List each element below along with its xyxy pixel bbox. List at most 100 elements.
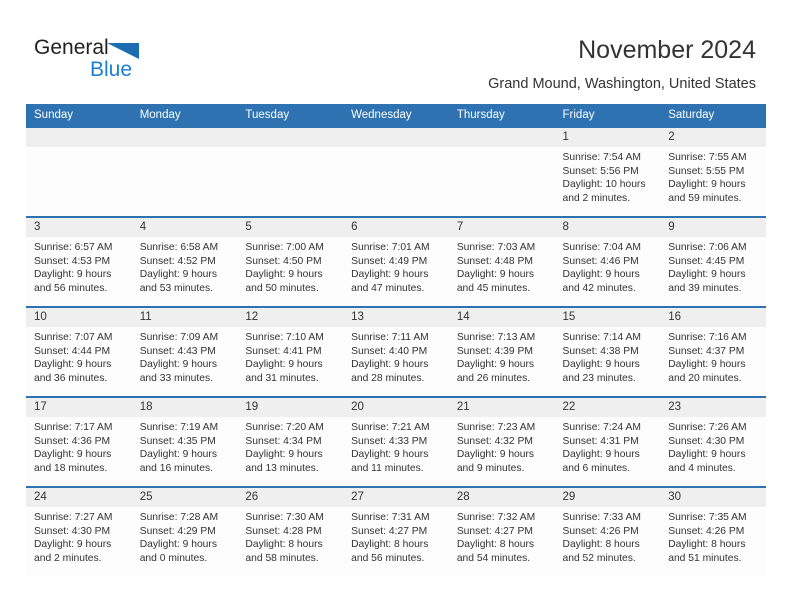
calendar-day-cell[interactable]: 21 Sunrise: 7:23 AM Sunset: 4:32 PM Dayligh…: [448, 396, 555, 487]
day-details: Sunrise: 7:31 AM Sunset: 4:27 PM Daylight:…: [343, 507, 449, 565]
day-detail-line: Daylight: 9 hours: [456, 359, 535, 371]
calendar-day-cell[interactable]: 19 Sunrise: 7:20 AM Sunset: 4:34 PM Dayligh…: [237, 396, 344, 487]
general-blue-logo[interactable]: General Blue: [34, 36, 234, 86]
day-cell-body: 21 Sunrise: 7:23 AM Sunset: 4:32 PM Dayligh…: [448, 398, 555, 486]
calendar-day-cell[interactable]: 14 Sunrise: 7:13 AM Sunset: 4:39 PM Dayligh…: [448, 306, 555, 397]
day-details: Sunrise: 7:00 AM Sunset: 4:50 PM Daylight:…: [237, 237, 343, 295]
calendar-day-cell[interactable]: 1 Sunrise: 7:54 AM Sunset: 5:56 PM Daylight…: [554, 126, 661, 217]
calendar-day-cell[interactable]: 26 Sunrise: 7:30 AM Sunset: 4:28 PM Dayligh…: [237, 486, 344, 576]
day-details: Sunrise: 7:30 AM Sunset: 4:28 PM Daylight:…: [237, 507, 343, 565]
day-number: 25: [131, 488, 238, 507]
calendar-day-cell[interactable]: 8 Sunrise: 7:04 AM Sunset: 4:46 PM Daylight…: [554, 216, 661, 307]
day-cell-body: 2 Sunrise: 7:55 AM Sunset: 5:55 PM Daylight…: [660, 128, 766, 216]
day-number: 15: [554, 308, 661, 327]
day-detail-line: and 16 minutes.: [139, 462, 213, 474]
day-detail-line: Sunset: 4:33 PM: [351, 435, 428, 447]
day-cell-body: 27 Sunrise: 7:31 AM Sunset: 4:27 PM Dayligh…: [343, 488, 449, 576]
day-detail-line: Sunrise: 7:10 AM: [245, 332, 324, 343]
day-detail-line: and 50 minutes.: [245, 282, 319, 294]
day-detail-line: Sunset: 4:49 PM: [351, 255, 428, 267]
day-detail-line: Sunset: 4:38 PM: [562, 345, 639, 357]
calendar-day-cell[interactable]: 28 Sunrise: 7:32 AM Sunset: 4:27 PM Dayligh…: [448, 486, 555, 576]
day-detail-line: and 51 minutes.: [668, 552, 742, 564]
calendar-day-cell[interactable]: 20 Sunrise: 7:21 AM Sunset: 4:33 PM Dayligh…: [343, 396, 449, 487]
calendar-week-row: 17 Sunrise: 7:17 AM Sunset: 4:36 PM Dayligh…: [26, 396, 766, 487]
calendar-day-cell[interactable]: 30 Sunrise: 7:35 AM Sunset: 4:26 PM Dayligh…: [660, 486, 766, 576]
day-number: 2: [660, 128, 766, 147]
day-detail-line: Daylight: 9 hours: [456, 269, 535, 281]
day-detail-line: Daylight: 9 hours: [139, 539, 217, 551]
day-details: Sunrise: 7:13 AM Sunset: 4:39 PM Daylight:…: [449, 327, 555, 385]
calendar-day-cell[interactable]: 6 Sunrise: 7:01 AM Sunset: 4:49 PM Daylight…: [343, 216, 449, 307]
day-detail-line: Sunset: 4:37 PM: [668, 345, 745, 357]
calendar-day-cell[interactable]: 18 Sunrise: 7:19 AM Sunset: 4:35 PM Dayligh…: [131, 396, 238, 487]
day-cell-body: 15 Sunrise: 7:14 AM Sunset: 4:38 PM Dayligh…: [554, 308, 661, 396]
day-details: Sunrise: 7:20 AM Sunset: 4:34 PM Daylight:…: [237, 417, 343, 475]
calendar-day-cell[interactable]: 11 Sunrise: 7:09 AM Sunset: 4:43 PM Dayligh…: [131, 306, 238, 397]
day-detail-line: Sunset: 4:30 PM: [668, 435, 745, 447]
calendar-day-cell[interactable]: 10 Sunrise: 7:07 AM Sunset: 4:44 PM Dayligh…: [26, 306, 132, 397]
day-detail-line: Sunrise: 7:31 AM: [351, 512, 430, 523]
day-details: Sunrise: 7:03 AM Sunset: 4:48 PM Daylight:…: [449, 237, 555, 295]
day-detail-line: Sunrise: 7:00 AM: [245, 242, 324, 253]
day-detail-line: Daylight: 9 hours: [562, 269, 640, 281]
day-details: Sunrise: 7:27 AM Sunset: 4:30 PM Daylight:…: [26, 507, 132, 565]
day-cell-body: 3 Sunrise: 6:57 AM Sunset: 4:53 PM Daylight…: [26, 218, 132, 306]
day-details: Sunrise: 7:24 AM Sunset: 4:31 PM Daylight:…: [555, 417, 661, 475]
day-detail-line: Daylight: 9 hours: [245, 269, 323, 281]
day-detail-line: Sunrise: 7:04 AM: [562, 242, 641, 253]
day-number: 27: [343, 488, 449, 507]
day-number: 6: [343, 218, 449, 237]
day-number: 1: [554, 128, 661, 147]
calendar-day-cell[interactable]: 7 Sunrise: 7:03 AM Sunset: 4:48 PM Daylight…: [448, 216, 555, 307]
calendar-day-cell[interactable]: 22 Sunrise: 7:24 AM Sunset: 4:31 PM Dayligh…: [554, 396, 661, 487]
calendar-day-cell[interactable]: 24 Sunrise: 7:27 AM Sunset: 4:30 PM Dayligh…: [26, 486, 132, 576]
calendar-day-cell-empty: [131, 126, 238, 217]
day-cell-body: 26 Sunrise: 7:30 AM Sunset: 4:28 PM Dayligh…: [237, 488, 344, 576]
day-number: 24: [26, 488, 132, 507]
calendar-day-cell[interactable]: 27 Sunrise: 7:31 AM Sunset: 4:27 PM Dayligh…: [343, 486, 449, 576]
calendar-day-cell[interactable]: 5 Sunrise: 7:00 AM Sunset: 4:50 PM Daylight…: [237, 216, 344, 307]
day-detail-line: Sunrise: 7:03 AM: [456, 242, 536, 253]
day-detail-line: and 45 minutes.: [456, 282, 531, 294]
calendar-day-cell[interactable]: 13 Sunrise: 7:11 AM Sunset: 4:40 PM Dayligh…: [343, 306, 449, 397]
day-detail-line: Sunset: 4:28 PM: [245, 525, 322, 537]
day-cell-body: 1 Sunrise: 7:54 AM Sunset: 5:56 PM Daylight…: [554, 128, 661, 216]
calendar-day-cell[interactable]: 23 Sunrise: 7:26 AM Sunset: 4:30 PM Dayligh…: [660, 396, 766, 487]
day-cell-body: 28 Sunrise: 7:32 AM Sunset: 4:27 PM Dayligh…: [448, 488, 555, 576]
calendar-day-cell[interactable]: 9 Sunrise: 7:06 AM Sunset: 4:45 PM Daylight…: [660, 216, 766, 307]
day-detail-line: Daylight: 9 hours: [34, 539, 112, 551]
day-cell-body: [237, 128, 344, 216]
day-cell-body: [131, 128, 238, 216]
weekday-header-thursday: Thursday: [448, 104, 555, 127]
calendar-day-cell[interactable]: 25 Sunrise: 7:28 AM Sunset: 4:29 PM Dayligh…: [131, 486, 238, 576]
calendar-day-cell[interactable]: 4 Sunrise: 6:58 AM Sunset: 4:52 PM Daylight…: [131, 216, 238, 307]
logo-triangle-icon: [107, 43, 139, 59]
day-detail-line: and 28 minutes.: [351, 372, 425, 384]
calendar-day-cell[interactable]: 2 Sunrise: 7:55 AM Sunset: 5:55 PM Daylight…: [660, 126, 766, 217]
day-number: 14: [448, 308, 555, 327]
calendar-day-cell[interactable]: 16 Sunrise: 7:16 AM Sunset: 4:37 PM Dayligh…: [660, 306, 766, 397]
day-detail-line: Daylight: 9 hours: [245, 359, 323, 371]
page-title: November 2024: [578, 36, 756, 64]
calendar-day-cell-empty: [448, 126, 555, 217]
day-detail-line: and 2 minutes.: [562, 192, 631, 204]
day-number: 19: [237, 398, 344, 417]
day-cell-body: 9 Sunrise: 7:06 AM Sunset: 4:45 PM Daylight…: [660, 218, 766, 306]
calendar-day-cell[interactable]: 15 Sunrise: 7:14 AM Sunset: 4:38 PM Dayligh…: [554, 306, 661, 397]
day-cell-body: 4 Sunrise: 6:58 AM Sunset: 4:52 PM Daylight…: [131, 218, 238, 306]
day-details: [449, 147, 555, 151]
day-number: 17: [26, 398, 132, 417]
calendar-day-cell[interactable]: 3 Sunrise: 6:57 AM Sunset: 4:53 PM Daylight…: [26, 216, 132, 307]
calendar-day-cell[interactable]: 17 Sunrise: 7:17 AM Sunset: 4:36 PM Dayligh…: [26, 396, 132, 487]
calendar-day-cell[interactable]: 12 Sunrise: 7:10 AM Sunset: 4:41 PM Dayligh…: [237, 306, 344, 397]
calendar-day-cell-empty: [26, 126, 132, 217]
day-cell-body: 22 Sunrise: 7:24 AM Sunset: 4:31 PM Dayligh…: [554, 398, 661, 486]
day-detail-line: Sunrise: 7:16 AM: [668, 332, 747, 343]
day-detail-line: Sunrise: 6:58 AM: [139, 242, 219, 253]
day-detail-line: Daylight: 9 hours: [351, 449, 429, 461]
calendar-day-cell[interactable]: 29 Sunrise: 7:33 AM Sunset: 4:26 PM Dayligh…: [554, 486, 661, 576]
day-detail-line: Sunset: 4:53 PM: [34, 255, 111, 267]
weekday-header-sunday: Sunday: [26, 104, 132, 127]
day-detail-line: Sunrise: 7:14 AM: [562, 332, 641, 343]
